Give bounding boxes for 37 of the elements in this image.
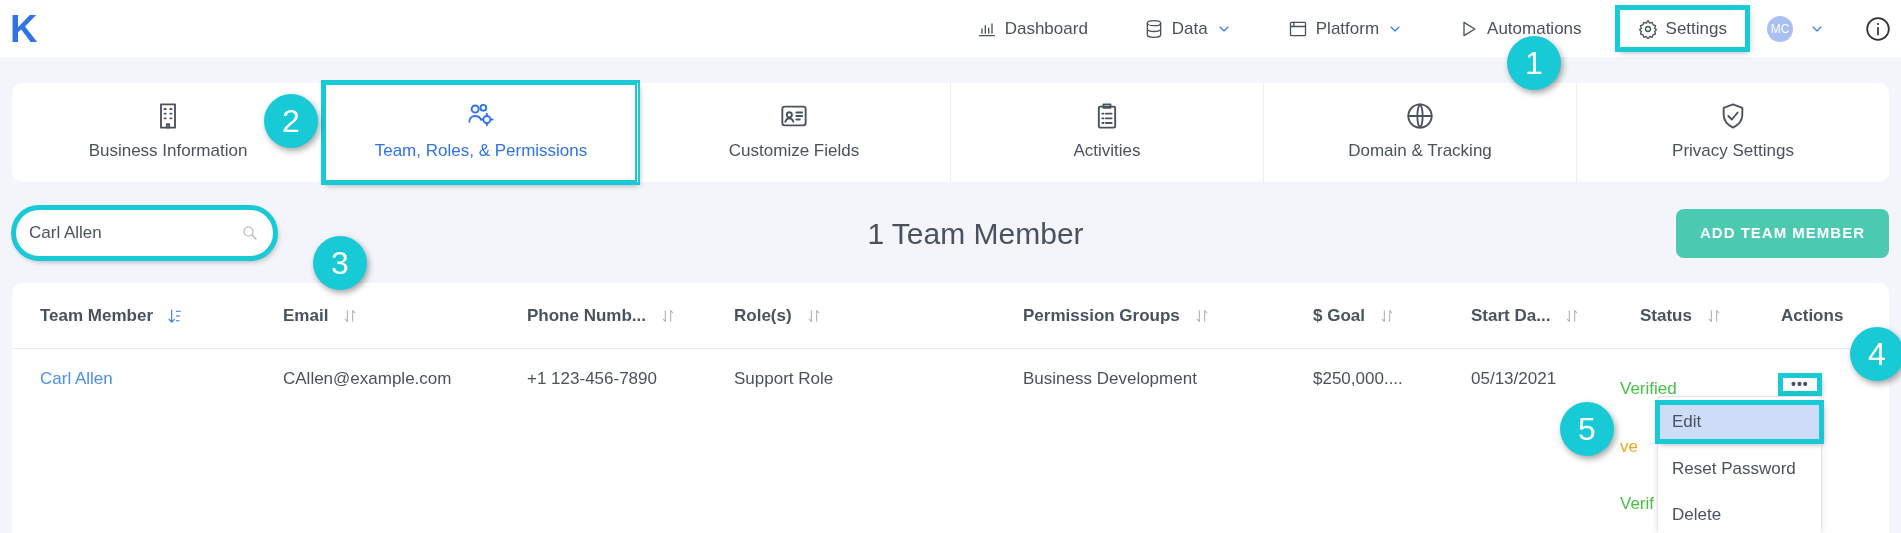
table-cell-text: Support Role [734, 368, 835, 390]
menu-item[interactable]: Delete [1658, 496, 1821, 533]
tab[interactable]: Activities [950, 83, 1263, 182]
menu-item[interactable]: Edit [1658, 403, 1821, 441]
nav-link[interactable]: Settings [1617, 7, 1747, 50]
nav-link[interactable]: Platform [1267, 7, 1424, 50]
column-header[interactable]: Start Da... [1471, 302, 1551, 329]
column-header[interactable]: Phone Numb... [527, 302, 646, 329]
info-icon[interactable] [1865, 15, 1891, 42]
status-text: Verif [1620, 494, 1655, 513]
tab[interactable]: Team, Roles, & Permissions [324, 83, 637, 182]
globe-icon [1406, 101, 1434, 130]
page-heading: 1 Team Member [866, 215, 1085, 252]
nav-link[interactable]: Dashboard [956, 7, 1108, 50]
nav-link[interactable]: Data [1123, 7, 1252, 50]
gear-icon [1637, 18, 1658, 39]
logo[interactable]: K [10, 9, 38, 48]
search-icon [241, 224, 259, 242]
actions-menu-button[interactable]: ••• [1781, 376, 1819, 393]
status-text: ve [1620, 436, 1638, 456]
column-header[interactable]: Team Member [40, 302, 154, 329]
column-header[interactable]: Status [1640, 302, 1692, 329]
tab[interactable]: Privacy Settings [1576, 83, 1889, 182]
step-number-badge: 3 [313, 236, 367, 290]
column-header[interactable]: Email [283, 302, 329, 329]
table-cell-text: CAllen@example.com [283, 368, 453, 390]
search-field[interactable]: Carl Allen [14, 208, 275, 258]
menu-item[interactable]: Reset Password [1658, 449, 1821, 487]
table-cell-text: Business Development [1023, 368, 1198, 390]
table-cell-text: +1 123-456-7890 [527, 368, 658, 390]
column-header[interactable]: $ Goal [1313, 302, 1365, 329]
column-header[interactable]: Actions [1781, 302, 1844, 329]
column-header[interactable]: Role(s) [734, 302, 792, 329]
column-header[interactable]: Permission Groups [1023, 302, 1180, 329]
table-cell-text: $250,000.... [1313, 368, 1404, 390]
tab[interactable]: Customize Fields [637, 83, 950, 182]
status-text: Verified [1620, 379, 1677, 398]
